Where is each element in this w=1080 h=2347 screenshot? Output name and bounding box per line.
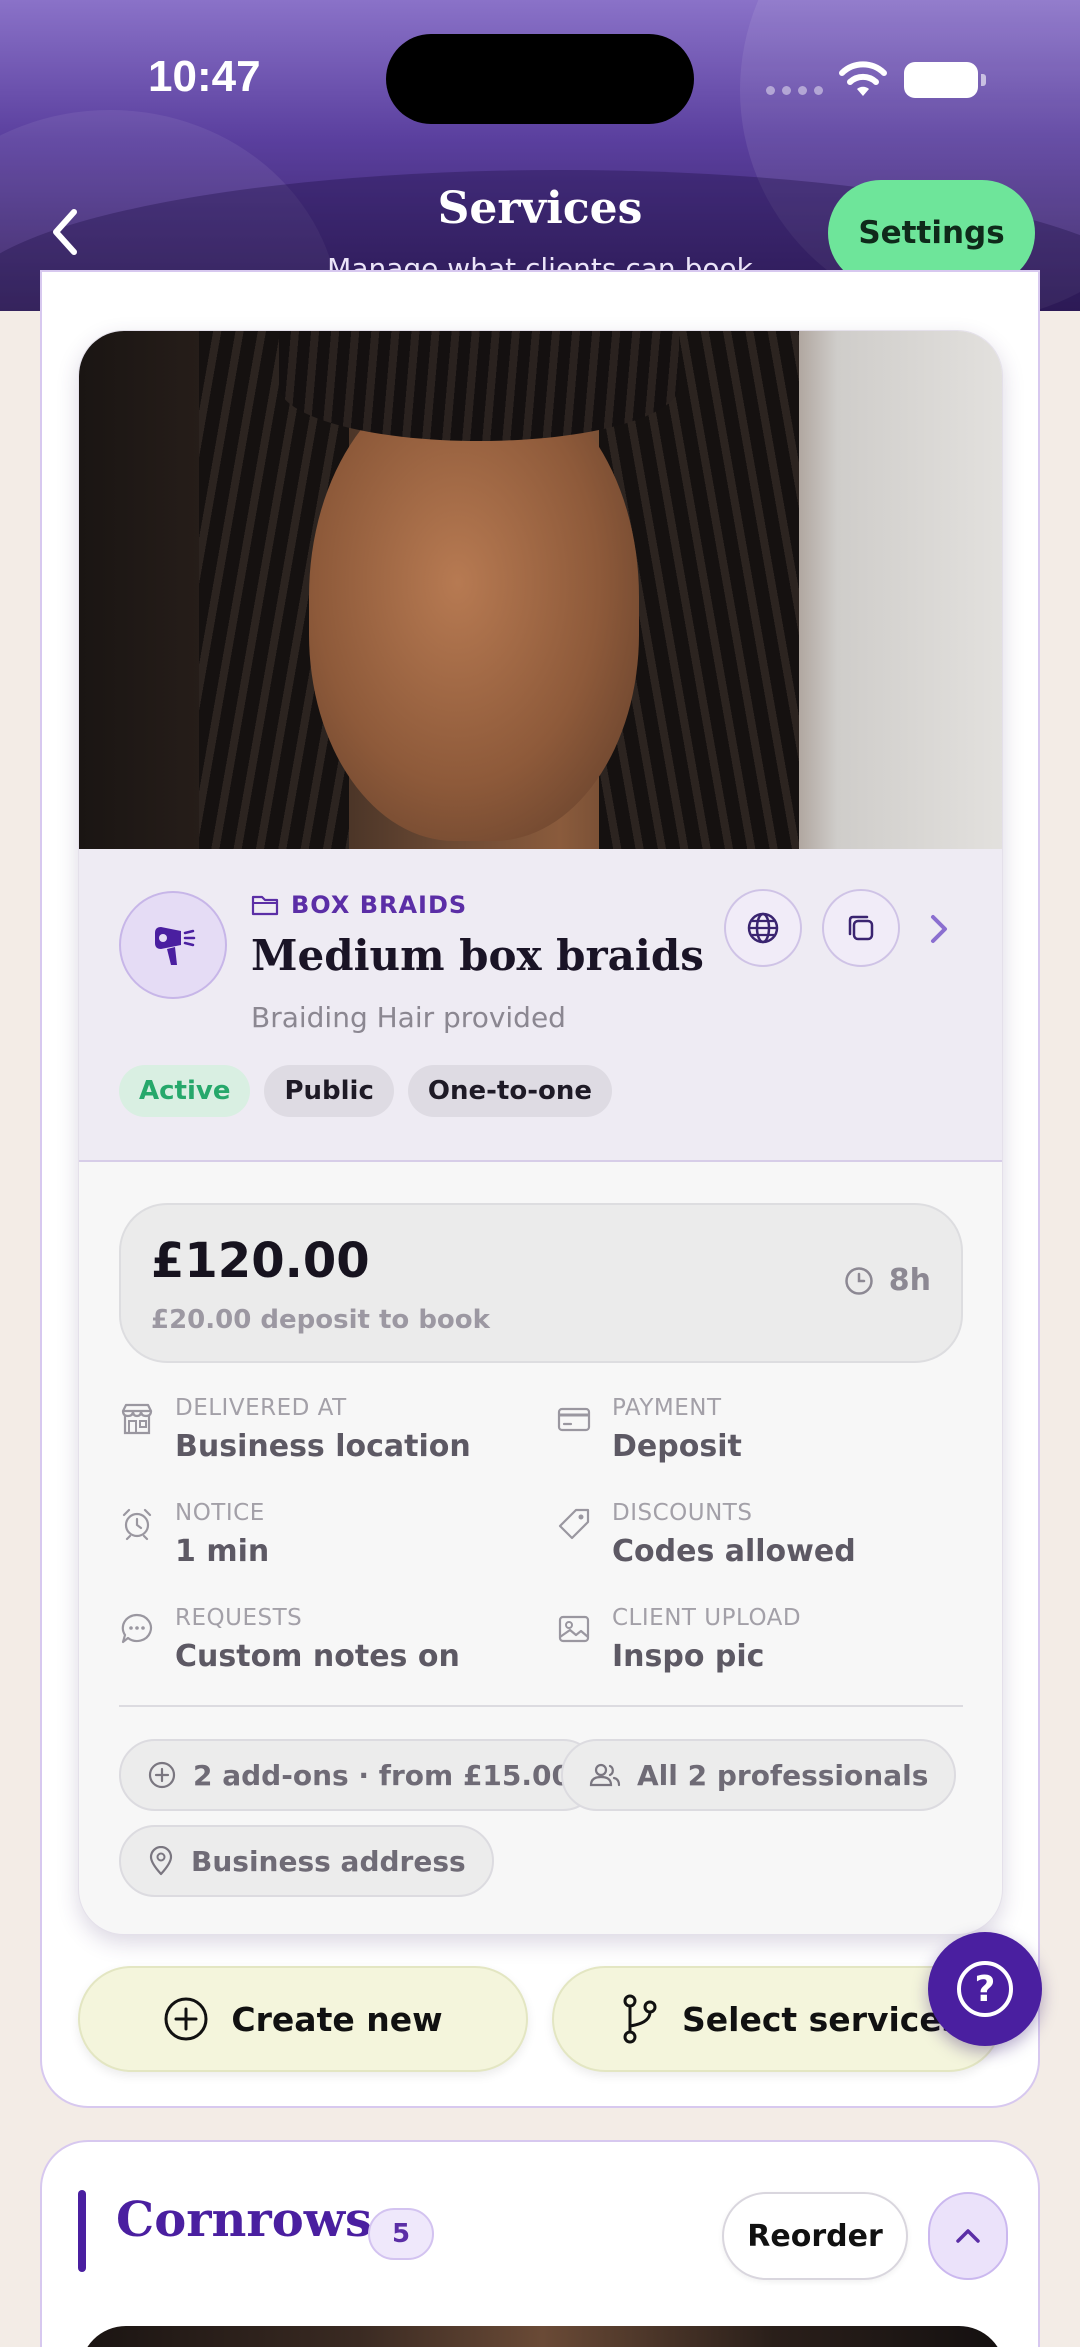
plus-circle-icon (164, 1997, 208, 2041)
alarm-clock-icon (122, 1508, 152, 1541)
create-new-label: Create new (231, 1999, 443, 2039)
detail-label: PAYMENT (612, 1395, 722, 1421)
collapse-category-button[interactable] (928, 2192, 1008, 2280)
detail-label: DELIVERED AT (175, 1395, 347, 1421)
detail-value: Business location (175, 1429, 471, 1464)
store-icon (121, 1403, 153, 1435)
app-header: 10:47 Services Manage what clients can b… (0, 0, 1080, 311)
professionals-chip-label: All 2 professionals (637, 1758, 929, 1792)
service-category-label: BOX BRAIDS (291, 891, 468, 919)
plus-circle-icon (148, 1761, 176, 1789)
service-name: Medium box braids (251, 931, 704, 980)
category-panel-cornrows: Cornrows 5 Reorder (40, 2140, 1040, 2347)
help-button[interactable]: ? (928, 1932, 1042, 2046)
addons-chip-label: 2 add-ons · from £15.00 (193, 1758, 571, 1792)
detail-value: 1 min (175, 1534, 270, 1569)
detail-value: Inspo pic (612, 1639, 765, 1674)
detail-label: DISCOUNTS (612, 1500, 753, 1526)
detail-value: Deposit (612, 1429, 742, 1464)
detail-label: REQUESTS (175, 1605, 303, 1631)
divider (119, 1705, 963, 1707)
status-time: 10:47 (148, 52, 261, 101)
detail-value: Codes allowed (612, 1534, 856, 1569)
reorder-button[interactable]: Reorder (722, 2192, 908, 2280)
location-pin-icon (149, 1846, 173, 1876)
detail-label: CLIENT UPLOAD (612, 1605, 802, 1631)
create-new-button[interactable]: Create new (78, 1966, 528, 2072)
image-icon (558, 1615, 590, 1643)
duplicate-button[interactable] (822, 889, 900, 967)
detail-value: Custom notes on (175, 1639, 460, 1674)
service-category: BOX BRAIDS (251, 891, 467, 919)
service-card-header: BOX BRAIDS Medium box braids Braiding Ha… (79, 849, 1002, 1162)
question-mark-icon: ? (957, 1961, 1013, 2017)
chat-bubble-icon (121, 1613, 153, 1644)
hair-dryer-icon (119, 891, 227, 999)
battery-icon (904, 62, 986, 98)
service-photo (79, 331, 1002, 849)
globe-icon (747, 912, 779, 944)
service-duration: 8h (843, 1263, 931, 1298)
tag-icon (558, 1508, 590, 1540)
category-title: Cornrows (116, 2192, 373, 2248)
clock-icon (845, 1266, 873, 1295)
chevron-right-icon[interactable] (924, 909, 954, 949)
professionals-chip[interactable]: All 2 professionals (561, 1739, 957, 1811)
duration-value: 8h (888, 1263, 931, 1298)
status-badge: Active (119, 1065, 251, 1117)
branch-icon (623, 1994, 657, 2044)
category-count-badge: 5 (368, 2208, 434, 2260)
service-photo (80, 2326, 1005, 2347)
address-chip[interactable]: Business address (119, 1825, 494, 1897)
visibility-badge: Public (264, 1065, 394, 1117)
deposit-text: £20.00 deposit to book (151, 1305, 490, 1335)
dynamic-island (386, 34, 694, 124)
booking-type-badge: One-to-one (407, 1065, 613, 1117)
credit-card-icon (557, 1407, 591, 1432)
address-chip-label: Business address (191, 1844, 466, 1878)
category-accent-bar (78, 2190, 86, 2272)
price-box: £120.00 £20.00 deposit to book 8h (119, 1203, 963, 1363)
service-card[interactable]: BOX BRAIDS Medium box braids Braiding Ha… (78, 330, 1003, 1935)
chevron-up-icon (956, 2229, 980, 2243)
select-services-label: Select services (682, 1999, 962, 2039)
addons-chip[interactable]: 2 add-ons · from £15.00 (119, 1739, 599, 1811)
detail-label: NOTICE (175, 1500, 265, 1526)
service-tags: Active Public One-to-one (119, 1065, 613, 1117)
cellular-signal-icon (766, 86, 823, 95)
users-icon (589, 1763, 621, 1787)
wifi-icon (839, 61, 887, 96)
service-description: Braiding Hair provided (251, 1001, 566, 1034)
visibility-globe-button[interactable] (724, 889, 802, 967)
folder-icon (251, 895, 279, 916)
service-price: £120.00 (151, 1233, 370, 1289)
copy-icon (848, 915, 874, 941)
